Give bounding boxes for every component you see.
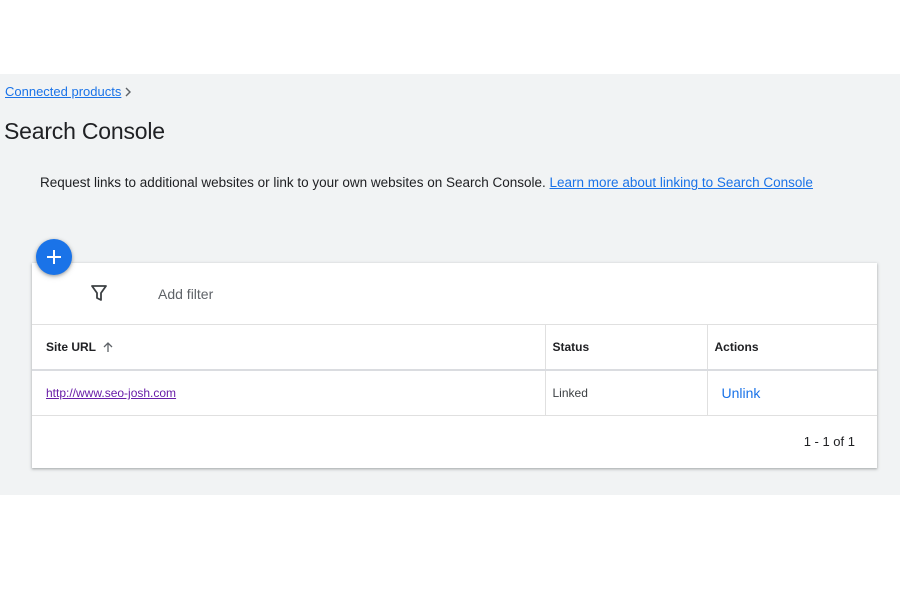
description-text: Request links to additional websites or …: [40, 175, 550, 190]
add-link-button[interactable]: [36, 239, 72, 275]
column-header-site-url[interactable]: Site URL: [32, 325, 545, 371]
unlink-button[interactable]: Unlink: [715, 381, 768, 405]
actions-cell: Unlink: [706, 370, 877, 416]
site-url-cell: http://www.seo-josh.com: [32, 370, 545, 416]
plus-icon: [47, 250, 61, 264]
learn-more-link[interactable]: Learn more about linking to Search Conso…: [550, 175, 813, 190]
filter-bar: [32, 263, 877, 325]
chevron-right-icon: [124, 87, 132, 97]
add-filter-input[interactable]: [158, 283, 458, 305]
column-header-actions: Actions: [706, 325, 877, 371]
page-description: Request links to additional websites or …: [40, 175, 813, 190]
sites-table-card: Site URL Status Actions http://www.seo-j…: [32, 263, 877, 468]
pagination-range: 1 - 1 of 1: [803, 434, 855, 449]
column-header-status[interactable]: Status: [544, 325, 707, 371]
breadcrumb: Connected products: [5, 84, 132, 99]
status-cell: Linked: [544, 370, 707, 416]
page-title: Search Console: [4, 118, 165, 144]
table-header-row: Site URL Status Actions: [32, 325, 877, 371]
site-url-link[interactable]: http://www.seo-josh.com: [46, 386, 176, 400]
table-row: http://www.seo-josh.com Linked Unlink: [32, 370, 877, 416]
arrow-up-icon: [103, 342, 113, 352]
column-header-site-url-label: Site URL: [46, 340, 97, 354]
breadcrumb-connected-products-link[interactable]: Connected products: [5, 84, 121, 99]
connected-products-panel: Connected products Search Console Reques…: [0, 74, 900, 495]
sites-table: Site URL Status Actions http://www.seo-j…: [32, 325, 877, 416]
filter-icon[interactable]: [90, 283, 108, 303]
